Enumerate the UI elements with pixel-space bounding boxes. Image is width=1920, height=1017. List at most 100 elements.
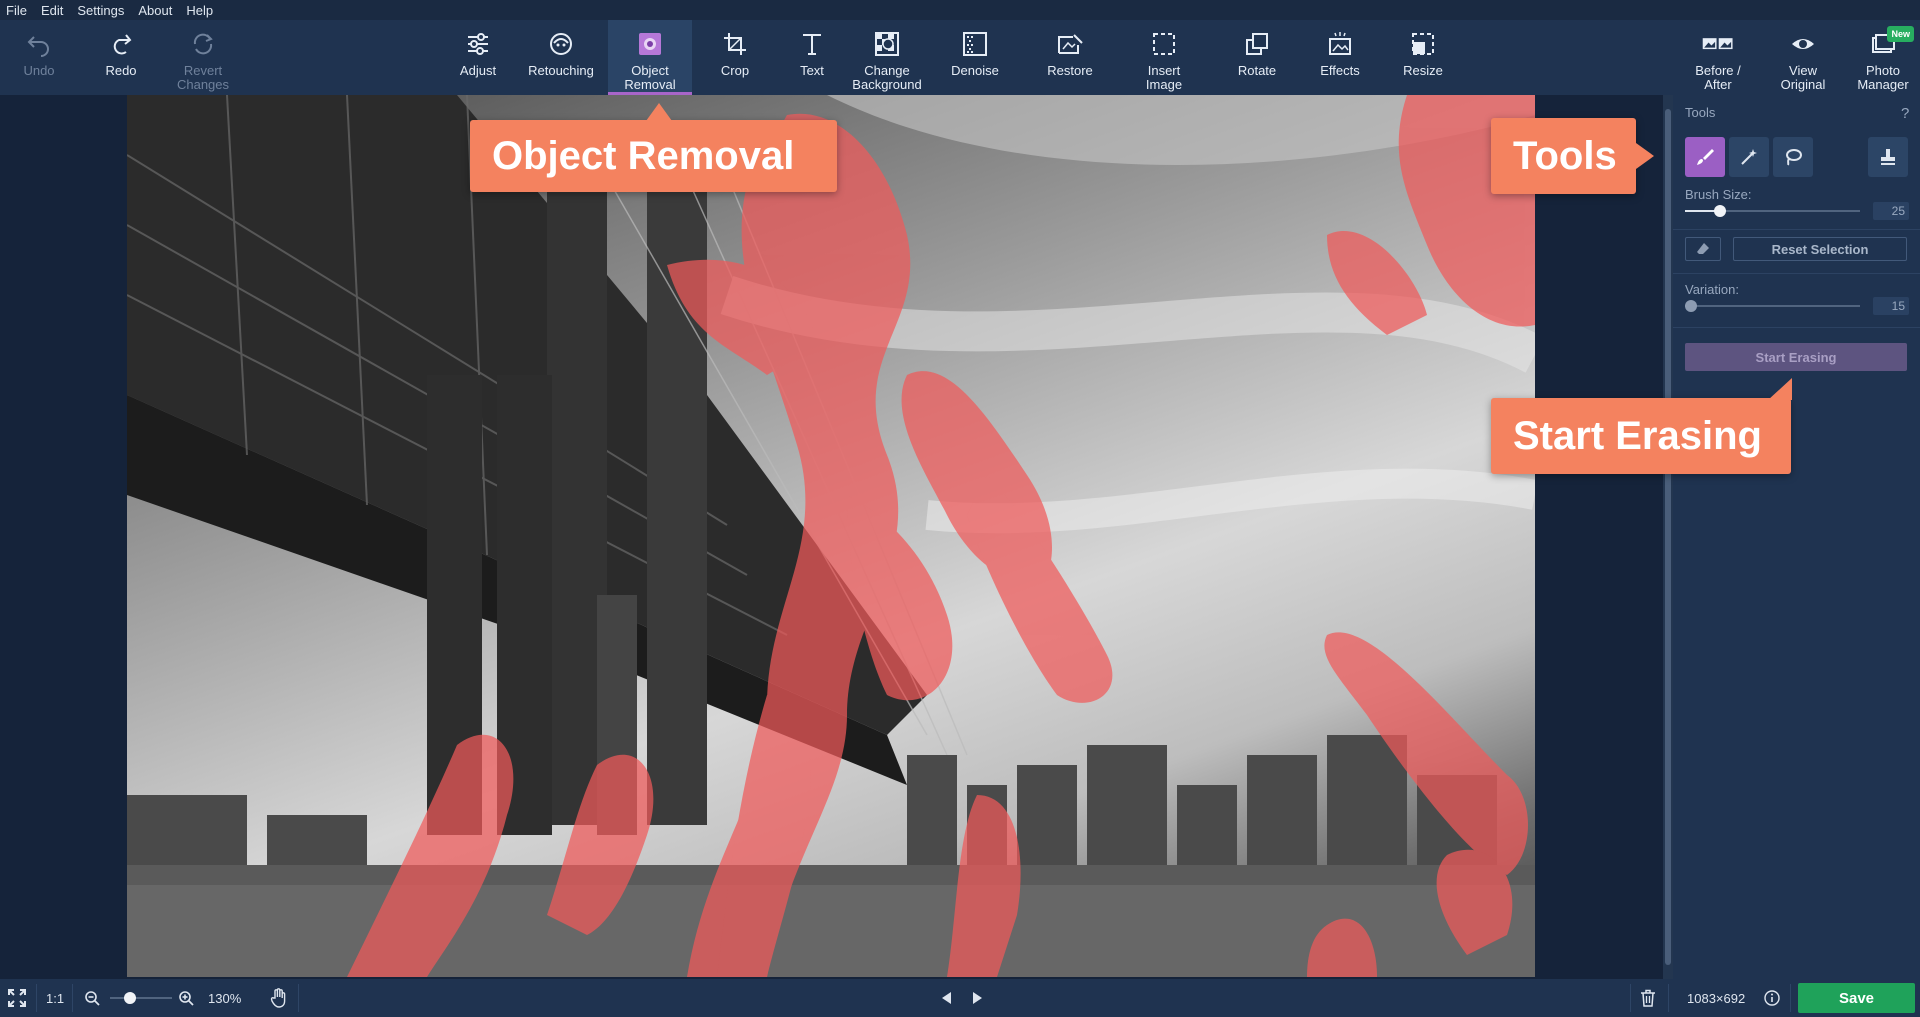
- brush-icon: [1697, 149, 1714, 165]
- before-after-icon: [1702, 28, 1734, 60]
- crop-label: Crop: [720, 63, 750, 78]
- image-info-button[interactable]: [1764, 979, 1780, 1017]
- canvas-area[interactable]: Object Removal: [0, 95, 1665, 979]
- lasso-tool-button[interactable]: [1773, 137, 1813, 177]
- save-button[interactable]: Save: [1798, 983, 1915, 1013]
- brush-size-value[interactable]: 25: [1873, 202, 1909, 220]
- redo-button[interactable]: Redo: [92, 20, 150, 95]
- variation-knob[interactable]: [1685, 300, 1697, 312]
- retouching-button[interactable]: Retouching: [522, 20, 600, 95]
- zoom-in-button[interactable]: [178, 979, 194, 1017]
- panel-divider: [1673, 229, 1920, 230]
- start-erasing-button[interactable]: Start Erasing: [1685, 343, 1907, 371]
- denoise-icon: [959, 28, 991, 60]
- zoom-level: 130%: [208, 990, 242, 1006]
- magic-wand-tool-button[interactable]: [1729, 137, 1769, 177]
- insert-image-label: Insert Image: [1145, 63, 1183, 92]
- denoise-button[interactable]: Denoise: [940, 20, 1010, 95]
- callout-arrow-right: [1636, 143, 1654, 169]
- restore-icon: [1054, 28, 1086, 60]
- arrow-left-icon: [942, 992, 951, 1004]
- zoom-out-icon: [85, 991, 100, 1006]
- adjust-button[interactable]: Adjust: [446, 20, 510, 95]
- reset-selection-button[interactable]: Reset Selection: [1733, 237, 1907, 261]
- panel-divider: [1673, 273, 1920, 274]
- retouching-label: Retouching: [528, 63, 594, 78]
- change-background-button[interactable]: Change Background: [845, 20, 929, 95]
- zoom-out-button[interactable]: [84, 979, 100, 1017]
- variation-slider[interactable]: [1685, 300, 1860, 312]
- hand-icon: [270, 988, 286, 1008]
- redo-label: Redo: [105, 63, 137, 78]
- text-button[interactable]: Text: [782, 20, 842, 95]
- brush-size-slider[interactable]: [1685, 205, 1860, 217]
- arrow-right-icon: [973, 992, 982, 1004]
- separator: [1668, 984, 1669, 1012]
- fit-screen-button[interactable]: [8, 979, 26, 1017]
- callout-arrow-up: [646, 103, 672, 121]
- insert-image-icon: [1148, 28, 1180, 60]
- separator: [1630, 984, 1631, 1012]
- menu-file[interactable]: File: [6, 3, 27, 18]
- sliders-icon: [462, 28, 494, 60]
- menu-settings[interactable]: Settings: [77, 3, 124, 18]
- effects-icon: [1324, 28, 1356, 60]
- fullscreen-icon: [8, 989, 26, 1007]
- rotate-label: Rotate: [1237, 63, 1277, 78]
- before-after-label: Before / After: [1695, 63, 1741, 92]
- help-icon[interactable]: ?: [1901, 105, 1909, 122]
- object-removal-icon: [634, 28, 666, 60]
- object-removal-button[interactable]: Object Removal: [608, 20, 692, 95]
- effects-button[interactable]: Effects: [1308, 20, 1372, 95]
- undo-button[interactable]: Undo: [10, 20, 68, 95]
- pan-hand-button[interactable]: [270, 979, 288, 1017]
- view-original-button[interactable]: View Original: [1770, 20, 1836, 95]
- eraser-button[interactable]: [1685, 237, 1721, 261]
- before-after-button[interactable]: Before / After: [1683, 20, 1753, 95]
- next-image-button[interactable]: [970, 979, 984, 1017]
- revert-changes-button[interactable]: Revert Changes: [168, 20, 238, 95]
- resize-icon: [1407, 28, 1439, 60]
- undo-label: Undo: [23, 63, 55, 78]
- stamp-tool-button[interactable]: [1868, 137, 1908, 177]
- delete-button[interactable]: [1640, 979, 1656, 1017]
- tools-label: Tools: [1685, 105, 1716, 120]
- trash-icon: [1641, 989, 1655, 1007]
- previous-image-button[interactable]: [940, 979, 954, 1017]
- redo-icon: [105, 28, 137, 60]
- resize-label: Resize: [1403, 63, 1443, 78]
- zoom-knob[interactable]: [124, 992, 136, 1004]
- restore-button[interactable]: Restore: [1035, 20, 1105, 95]
- vertical-scrollbar[interactable]: [1663, 95, 1673, 979]
- background-icon: [871, 28, 903, 60]
- bottom-bar: 1:1 130% 1083×692 Save: [0, 979, 1920, 1017]
- crop-button[interactable]: Crop: [705, 20, 765, 95]
- image-dimensions: 1083×692: [1687, 990, 1746, 1006]
- face-icon: [545, 28, 577, 60]
- rotate-icon: [1241, 28, 1273, 60]
- brush-tool-button[interactable]: [1685, 137, 1725, 177]
- photo-canvas[interactable]: [127, 95, 1535, 977]
- resize-button[interactable]: Resize: [1393, 20, 1453, 95]
- actual-size-button[interactable]: 1:1: [46, 979, 64, 1017]
- revert-icon: [187, 28, 219, 60]
- variation-label: Variation:: [1685, 282, 1739, 297]
- insert-image-button[interactable]: Insert Image: [1128, 20, 1200, 95]
- lasso-icon: [1786, 149, 1802, 166]
- scrollbar-thumb[interactable]: [1665, 109, 1671, 965]
- eraser-icon: [1697, 243, 1709, 254]
- menu-bar: File Edit Settings About Help: [0, 0, 1920, 20]
- zoom-slider[interactable]: [110, 992, 172, 1004]
- menu-edit[interactable]: Edit: [41, 3, 63, 18]
- rotate-button[interactable]: Rotate: [1227, 20, 1287, 95]
- brush-size-knob[interactable]: [1714, 205, 1726, 217]
- view-original-label: View Original: [1780, 63, 1826, 92]
- menu-help[interactable]: Help: [186, 3, 213, 18]
- tools-callout: Tools: [1491, 118, 1636, 194]
- variation-value[interactable]: 15: [1873, 297, 1909, 315]
- adjust-label: Adjust: [459, 63, 497, 78]
- separator: [1790, 984, 1791, 1012]
- menu-about[interactable]: About: [138, 3, 172, 18]
- stamp-icon: [1881, 149, 1895, 165]
- photo-manager-button[interactable]: Photo Manager New: [1848, 20, 1918, 95]
